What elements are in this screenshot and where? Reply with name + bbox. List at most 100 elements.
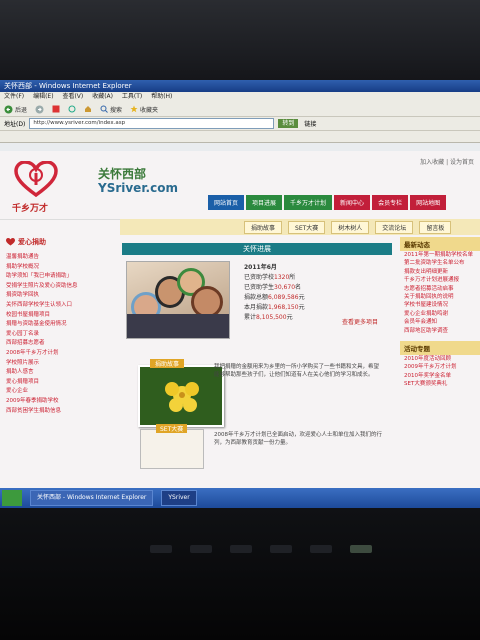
site-name-cn: 关怀西部 [98,167,147,181]
topic-link-item[interactable]: 2010年奖学金名单 [400,372,480,380]
back-arrow-icon [4,105,13,113]
home-icon [85,106,92,112]
stat-schools: 已资助学校1320所 [244,274,296,281]
taskbar-item-ysriver[interactable]: YSriver [161,490,197,506]
left-link-item[interactable]: 受捐学生照片及爱心资助信息 [6,282,114,292]
stories-tag[interactable]: 捐助故事 [150,359,185,368]
topic-link-item[interactable]: 2009年千乡万才计划 [400,363,480,371]
left-sidebar: 爱心捐助 温馨捐助通告 捐助学校概况 助学须知「我已申请捐助」 受捐学生照片及爱心资助… [6,237,114,416]
window-titlebar: 关怀西部 - Windows Internet Explorer [0,80,480,92]
left-link-item[interactable]: 捐赠与资助基金使用情况 [6,320,114,330]
topic-link-item[interactable]: 2010年度活动回顾 [400,355,480,363]
plan-paragraph: 2008年千乡万才计划已全面启动，欢迎爱心人士和单位加入我们的行列，为西部教育贡… [214,432,382,446]
menu-file[interactable]: 文件(F) [4,93,24,100]
power-button[interactable] [350,545,372,553]
refresh-button[interactable] [68,105,76,113]
left-link-item[interactable]: 爱心捐赠项目 [6,378,114,388]
subnav-guestbook[interactable]: 留言板 [419,220,452,234]
start-button[interactable] [2,490,22,506]
left-link-item[interactable]: 关怀西部学校学生认领入口 [6,301,114,311]
flower-icon [165,382,199,412]
search-button[interactable]: 搜索 [100,105,122,114]
forward-button[interactable] [35,105,44,114]
taskbar-item-browser[interactable]: 关怀西部 - Windows Internet Explorer [30,490,154,506]
story-paragraph: 我把捐赠的金额用来为乡里的一所小学购买了一些书籍和文具，希望能够帮助那些孩子们，… [214,364,380,378]
browser-toolbar: 后退 搜索 收藏夹 [0,102,480,117]
main-nav: 网站首页 项目进展 千乡万才计划 新闻中心 会员专栏 网站地图 [208,195,447,210]
news-link-item[interactable]: 关于捐助回执的说明 [400,293,480,301]
monitor-button[interactable] [310,545,332,553]
back-button[interactable]: 后退 [4,105,27,114]
subnav-set[interactable]: SET大赛 [288,220,326,234]
left-link-item[interactable]: 2008年千乡万才计划 [6,349,114,359]
left-link-item[interactable]: 捐助学校概况 [6,263,114,273]
stop-button[interactable] [52,105,60,113]
logo-text: 千乡万才 [12,204,49,214]
menu-help[interactable]: 帮助(H) [151,93,172,100]
left-link-item[interactable]: 爱心园丁名录 [6,330,114,340]
news-link-item[interactable]: 捐款支出明细更新 [400,268,480,276]
topic-link-item[interactable]: SET大赛颁奖典礼 [400,380,480,388]
left-link-item[interactable]: 西部招募志愿者 [6,339,114,349]
subnav-forum[interactable]: 交流论坛 [375,220,414,234]
left-link-list: 温馨捐助通告 捐助学校概况 助学须知「我已申请捐助」 受捐学生照片及爱心资助信息 捐资助… [6,253,114,416]
news-link-item[interactable]: 2011年第一期捐助学校名单 [400,251,480,259]
left-link-item[interactable]: 爱心企业 [6,387,114,397]
left-link-item[interactable]: 西部贫困学生捐助信息 [6,407,114,417]
nav-members[interactable]: 会员专栏 [372,195,409,210]
left-link-item[interactable]: 学校照片展示 [6,359,114,369]
taskbar: 关怀西部 - Windows Internet Explorer YSriver [0,488,480,508]
left-link-item[interactable]: 捐资助学回执 [6,291,114,301]
links-label[interactable]: 链接 [304,119,316,128]
monitor-bezel-bottom [0,508,480,640]
back-label: 后退 [15,106,28,114]
nav-sitemap[interactable]: 网站地图 [410,195,447,210]
menu-bar: 文件(F) 编辑(E) 查看(V) 收藏(A) 工具(T) 帮助(H) [0,92,480,102]
nav-plan[interactable]: 千乡万才计划 [284,195,333,210]
news-link-item[interactable]: 第二批资助学生名单公布 [400,259,480,267]
monitor-button[interactable] [230,545,252,553]
latest-news-heading: 最新动态 [400,237,480,251]
nav-news[interactable]: 新闻中心 [334,195,371,210]
menu-edit[interactable]: 编辑(E) [33,93,53,100]
nav-progress[interactable]: 项目进展 [246,195,283,210]
links-bar [0,131,480,143]
set-contest-image [140,429,204,469]
news-link-item[interactable]: 爱心企业捐助鸣谢 [400,310,480,318]
news-link-item[interactable]: 志愿者招募活动启事 [400,285,480,293]
monitor-button[interactable] [270,545,292,553]
address-input[interactable]: http://www.ysriver.com/index.asp [29,118,275,129]
news-link-item[interactable]: 西部地区助学调查 [400,327,480,335]
left-link-item[interactable]: 温馨捐助通告 [6,253,114,263]
left-sidebar-title: 爱心捐助 [6,237,114,247]
set-contest-tag[interactable]: SET大赛 [156,424,188,433]
news-link-item[interactable]: 会员年会通知 [400,318,480,326]
stat-students: 已资助学生30,670名 [244,284,302,291]
go-button[interactable]: 转到 [278,119,299,128]
nav-home[interactable]: 网站首页 [208,195,245,210]
menu-favorites[interactable]: 收藏(A) [92,93,113,100]
screen: 关怀西部 - Windows Internet Explorer 文件(F) 编… [0,80,480,508]
news-link-item[interactable]: 学校书屋建设情况 [400,301,480,309]
subnav-trees[interactable]: 树木树人 [331,220,370,234]
menu-tools[interactable]: 工具(T) [122,93,142,100]
flower-photo [138,365,224,427]
monitor-button[interactable] [190,545,212,553]
home-button[interactable] [84,105,92,113]
menu-view[interactable]: 查看(V) [62,93,83,100]
left-link-item[interactable]: 校园书屋捐赠项目 [6,311,114,321]
favorites-button[interactable]: 收藏夹 [130,105,158,114]
news-link-item[interactable]: 千乡万才计划进展通报 [400,276,480,284]
site-header: 千乡万才 关怀西部 YSriver.com 加入收藏 | 设为首页 网站首页 项… [0,151,480,220]
more-projects-link[interactable]: 查看更多项目 [342,317,378,326]
monitor-button[interactable] [150,545,172,553]
right-sidebar: 最新动态 2011年第一期捐助学校名单 第二批资助学生名单公布 捐款支出明细更新 千乡… [400,237,480,389]
monitor-bezel-top [0,0,480,80]
left-link-item[interactable]: 助学须知「我已申请捐助」 [6,272,114,282]
left-link-item[interactable]: 捐助人感言 [6,368,114,378]
web-page: 千乡万才 关怀西部 YSriver.com 加入收藏 | 设为首页 网站首页 项… [0,151,480,488]
subnav-stories[interactable]: 捐助故事 [244,220,283,234]
heart-logo-icon [14,161,58,197]
left-link-item[interactable]: 2009年春季捐助学校 [6,397,114,407]
top-links[interactable]: 加入收藏 | 设为首页 [420,157,474,166]
